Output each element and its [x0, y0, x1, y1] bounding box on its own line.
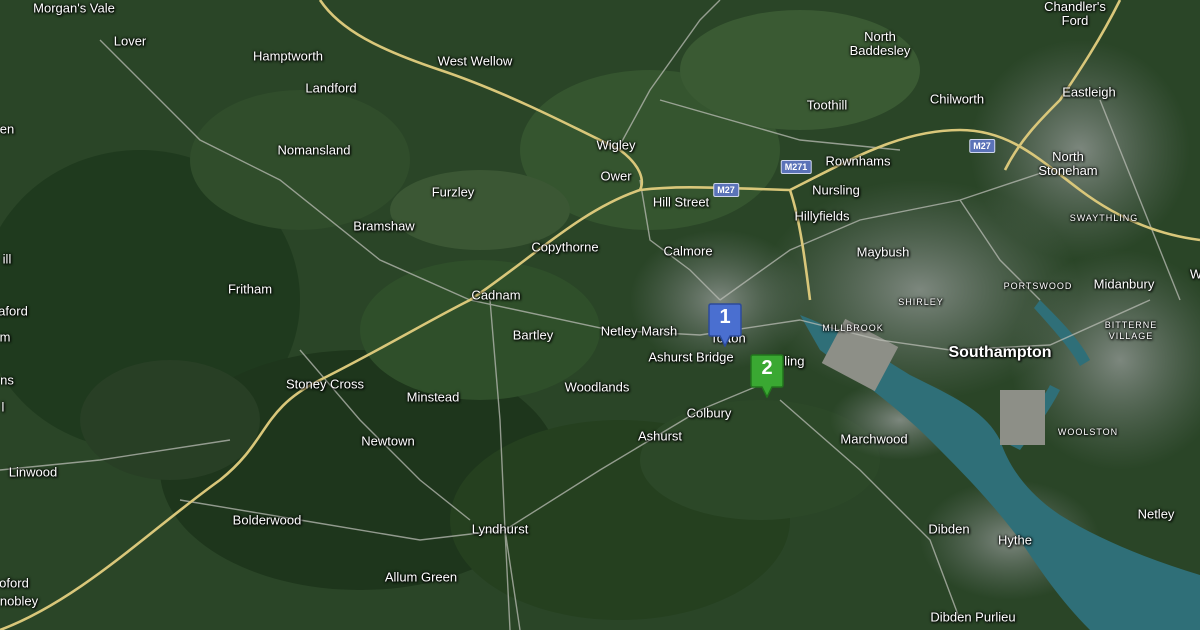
label-midanbury: Midanbury [1093, 276, 1155, 292]
label-dibden: Dibden [928, 521, 970, 537]
label-toothill: Toothill [806, 97, 848, 113]
label-bolderwood: Bolderwood [232, 512, 302, 528]
label-ashurst: Ashurst [637, 428, 683, 444]
label-colbury: Colbury [686, 405, 732, 421]
label-swaythling: SWAYTHLING [1069, 213, 1139, 223]
label-edge-en: en [0, 121, 15, 137]
label-allum-green: Allum Green [384, 569, 458, 585]
label-calmore: Calmore [663, 243, 713, 259]
label-newtown: Newtown [361, 433, 415, 449]
label-lover: Lover [113, 33, 147, 49]
label-millbrook: MILLBROOK [822, 323, 884, 333]
label-hythe: Hythe [998, 532, 1032, 548]
m271-road-shield: M271 [780, 160, 812, 174]
label-portswood: PORTSWOOD [1003, 281, 1073, 291]
label-shirley: SHIRLEY [898, 297, 944, 307]
label-edge-ns: ns [0, 372, 14, 388]
marker-1-label: 1 [719, 306, 731, 328]
label-fritham: Fritham [227, 281, 273, 297]
label-minstead: Minstead [406, 389, 460, 405]
label-dibden-purlieu: Dibden Purlieu [930, 609, 1016, 625]
m27-road-shield-west: M27 [713, 183, 739, 197]
label-nursling: Nursling [812, 182, 860, 198]
label-hillyfields: Hillyfields [794, 208, 850, 224]
label-bitterne-village: BITTERNE VILLAGE [1104, 320, 1158, 341]
label-woodlands: Woodlands [564, 379, 630, 395]
label-ashurst-bridge: Ashurst Bridge [648, 349, 734, 365]
marker-2-label: 2 [761, 357, 773, 379]
label-eastleigh: Eastleigh [1062, 84, 1116, 100]
label-north-stoneham: North Stoneham [1038, 149, 1098, 178]
label-north-baddesley: North Baddesley [849, 29, 911, 58]
label-edge-ill: ill [2, 251, 12, 267]
label-chandlers-ford: Chandler's Ford [1044, 0, 1106, 28]
label-netley-marsh: Netley Marsh [600, 323, 678, 339]
label-furzley: Furzley [431, 184, 475, 200]
label-landford: Landford [305, 80, 357, 96]
label-bartley: Bartley [512, 327, 554, 343]
label-edge-l: l [1, 399, 5, 415]
label-stoney-cross: Stoney Cross [285, 376, 365, 392]
map-marker-2[interactable]: 2 [750, 354, 784, 398]
label-lyndhurst: Lyndhurst [471, 521, 529, 537]
label-copythorne: Copythorne [531, 239, 599, 255]
label-edge-nobley: nobley [0, 593, 39, 609]
label-edge-aford: aford [0, 303, 28, 319]
label-cadnam: Cadnam [471, 287, 521, 303]
map-marker-1[interactable]: 1 [708, 303, 742, 347]
label-hill-street: Hill Street [652, 194, 710, 210]
satellite-map[interactable]: Morgan's Vale Lover Hamptworth Landford … [0, 0, 1200, 630]
m27-road-shield-east: M27 [969, 139, 995, 153]
label-edge-oford: oford [0, 575, 29, 591]
label-southampton: Southampton [948, 344, 1052, 361]
label-ower: Ower [600, 168, 632, 184]
label-wigley: Wigley [596, 137, 636, 153]
label-maybush: Maybush [856, 244, 910, 260]
label-west-wellow: West Wellow [437, 53, 513, 69]
label-rownhams: Rownhams [825, 153, 891, 169]
label-linwood: Linwood [8, 464, 58, 480]
label-nomansland: Nomansland [277, 142, 351, 158]
label-chilworth: Chilworth [929, 91, 985, 107]
label-netley: Netley [1137, 506, 1175, 522]
label-morgans-vale: Morgan's Vale [33, 0, 115, 16]
label-marchwood: Marchwood [840, 431, 908, 447]
label-hamptworth: Hamptworth [252, 48, 324, 64]
label-bramshaw: Bramshaw [353, 218, 415, 234]
label-edge-w: W [1189, 266, 1200, 282]
label-woolston: WOOLSTON [1057, 427, 1119, 437]
label-edge-m: m [0, 329, 11, 345]
